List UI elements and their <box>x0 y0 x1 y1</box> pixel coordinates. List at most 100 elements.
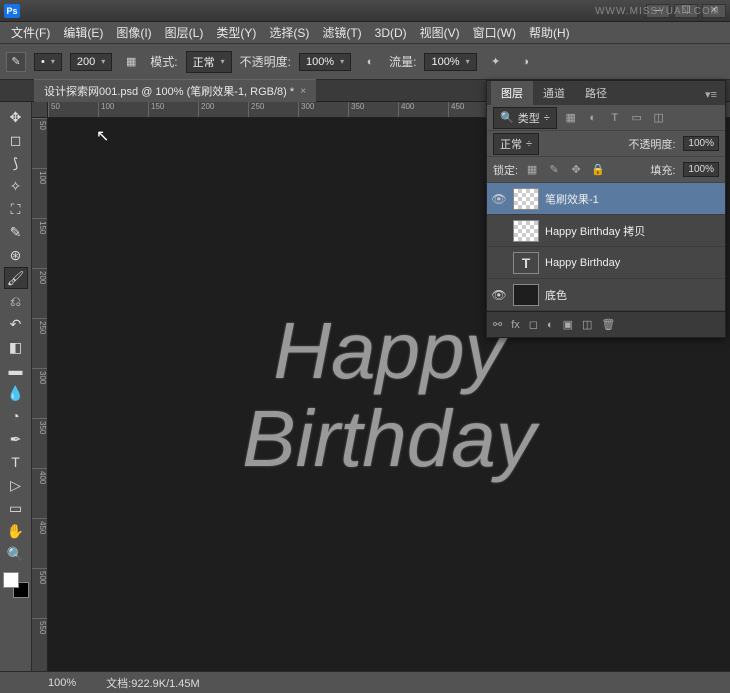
filter-adjust-icon[interactable]: ◐ <box>585 112 601 124</box>
close-tab-icon[interactable]: × <box>300 86 306 97</box>
filter-type-icon[interactable]: T <box>607 112 623 124</box>
fill-value[interactable]: 100% <box>683 162 719 177</box>
history-brush-tool[interactable]: ↶ <box>4 313 28 335</box>
ruler-tick: 250 <box>248 102 298 117</box>
ruler-tick: 400 <box>398 102 448 117</box>
layer-name[interactable]: Happy Birthday <box>545 257 620 269</box>
lock-pixels-icon[interactable]: ✎ <box>546 163 562 176</box>
hand-tool[interactable]: ✋ <box>4 520 28 542</box>
pressure-opacity-icon[interactable]: ◐ <box>359 51 381 73</box>
brush-tool[interactable]: 🖌 <box>4 267 28 289</box>
options-bar: ✎ • ▾ 200▾ ▦ 模式: 正常▾ 不透明度: 100%▾ ◐ 流量: 1… <box>0 44 730 80</box>
dodge-tool[interactable]: ◔ <box>4 405 28 427</box>
menu-filter[interactable]: 滤镜(T) <box>317 22 366 43</box>
vertical-ruler[interactable]: 50100150200250300350400450500550 <box>32 118 48 671</box>
cursor-icon: ↖ <box>96 126 109 146</box>
layer-row[interactable]: 👁 底色 <box>487 279 725 311</box>
layer-blend-mode[interactable]: 正常 ÷ <box>493 133 539 155</box>
layer-row[interactable]: T Happy Birthday <box>487 247 725 279</box>
filter-shape-icon[interactable]: ▭ <box>629 111 645 124</box>
menu-image[interactable]: 图像(I) <box>111 22 156 43</box>
lasso-tool[interactable]: ⟆ <box>4 152 28 174</box>
layer-row[interactable]: 👁 笔刷效果-1 <box>487 183 725 215</box>
menu-file[interactable]: 文件(F) <box>6 22 55 43</box>
adjustment-layer-icon[interactable]: ◐ <box>547 319 554 331</box>
menu-help[interactable]: 帮助(H) <box>524 22 575 43</box>
blend-mode-select[interactable]: 正常▾ <box>186 51 232 73</box>
lock-all-icon[interactable]: 🔒 <box>590 163 606 176</box>
brush-preset-picker[interactable]: • ▾ <box>34 53 62 71</box>
blur-tool[interactable]: 💧 <box>4 382 28 404</box>
visibility-icon[interactable]: 👁 <box>491 288 507 302</box>
move-tool[interactable]: ✥ <box>4 106 28 128</box>
lock-transparent-icon[interactable]: ▦ <box>524 163 540 176</box>
tool-preset-icon[interactable]: ✎ <box>6 52 26 72</box>
tab-channels[interactable]: 通道 <box>533 81 575 105</box>
layer-thumbnail[interactable] <box>513 220 539 242</box>
color-swatches[interactable] <box>3 572 29 598</box>
eyedropper-tool[interactable]: ✎ <box>4 221 28 243</box>
layer-filter-select[interactable]: 🔍 类型 ÷ <box>493 107 557 129</box>
airbrush-icon[interactable]: ✦ <box>485 51 507 73</box>
ruler-tick: 350 <box>348 102 398 117</box>
zoom-level[interactable]: 100% <box>8 677 76 689</box>
eraser-tool[interactable]: ◧ <box>4 336 28 358</box>
menu-window[interactable]: 窗口(W) <box>468 22 521 43</box>
menu-3d[interactable]: 3D(D) <box>370 24 412 42</box>
document-tab[interactable]: 设计探索网001.psd @ 100% (笔刷效果-1, RGB/8) * × <box>34 79 316 102</box>
menu-select[interactable]: 选择(S) <box>264 22 314 43</box>
brush-panel-icon[interactable]: ▦ <box>120 51 142 73</box>
doc-info[interactable]: 文档:922.9K/1.45M <box>106 675 200 691</box>
zoom-tool[interactable]: 🔍 <box>4 543 28 565</box>
layer-thumbnail[interactable]: T <box>513 252 539 274</box>
menu-type[interactable]: 类型(Y) <box>211 22 261 43</box>
ruler-tick: 350 <box>32 418 47 468</box>
visibility-icon[interactable]: 👁 <box>491 192 507 206</box>
ruler-tick: 150 <box>32 218 47 268</box>
flow-label: 流量: <box>389 53 416 70</box>
tab-paths[interactable]: 路径 <box>575 81 617 105</box>
clone-stamp-tool[interactable]: ⎌ <box>4 290 28 312</box>
menu-edit[interactable]: 编辑(E) <box>58 22 108 43</box>
healing-brush-tool[interactable]: ⊛ <box>4 244 28 266</box>
layer-thumbnail[interactable] <box>513 188 539 210</box>
layer-name[interactable]: 笔刷效果-1 <box>545 191 599 207</box>
rectangle-tool[interactable]: ▭ <box>4 497 28 519</box>
crop-tool[interactable]: ⛶ <box>4 198 28 220</box>
link-layers-icon[interactable]: ⚯ <box>493 318 502 331</box>
lock-position-icon[interactable]: ✥ <box>568 163 584 176</box>
layer-fx-icon[interactable]: fx <box>511 319 520 331</box>
watermark-text: WWW.MISSYUAN.COM <box>595 6 720 17</box>
ruler-tick: 550 <box>32 618 47 668</box>
pen-tool[interactable]: ✒ <box>4 428 28 450</box>
layer-opacity-value[interactable]: 100% <box>683 136 719 151</box>
opacity-field[interactable]: 100%▾ <box>299 53 351 71</box>
chevron-down-icon: ▾ <box>466 57 470 66</box>
layer-name[interactable]: Happy Birthday 拷贝 <box>545 223 645 239</box>
panel-menu-icon[interactable]: ▾≡ <box>697 84 725 105</box>
gradient-tool[interactable]: ▬ <box>4 359 28 381</box>
filter-smart-icon[interactable]: ◫ <box>651 111 667 124</box>
delete-layer-icon[interactable]: 🗑 <box>601 318 615 331</box>
magic-wand-tool[interactable]: ✧ <box>4 175 28 197</box>
foreground-swatch[interactable] <box>3 572 19 588</box>
layer-name[interactable]: 底色 <box>545 287 567 303</box>
layer-group-icon[interactable]: ▣ <box>563 318 573 331</box>
layer-thumbnail[interactable] <box>513 284 539 306</box>
brush-size-field[interactable]: 200▾ <box>70 53 112 71</box>
tab-layers[interactable]: 图层 <box>491 81 533 105</box>
pressure-size-icon[interactable]: ◑ <box>515 51 537 73</box>
marquee-tool[interactable]: ◻ <box>4 129 28 151</box>
layer-row[interactable]: Happy Birthday 拷贝 <box>487 215 725 247</box>
new-layer-icon[interactable]: ◫ <box>582 318 592 331</box>
flow-field[interactable]: 100%▾ <box>424 53 476 71</box>
filter-pixel-icon[interactable]: ▦ <box>563 111 579 124</box>
ruler-tick: 200 <box>198 102 248 117</box>
menu-view[interactable]: 视图(V) <box>415 22 465 43</box>
layer-mask-icon[interactable]: ◻ <box>529 318 538 331</box>
path-selection-tool[interactable]: ▷ <box>4 474 28 496</box>
chevron-down-icon: ▾ <box>101 57 105 66</box>
type-tool[interactable]: T <box>4 451 28 473</box>
ruler-tick: 300 <box>32 368 47 418</box>
menu-layer[interactable]: 图层(L) <box>160 22 209 43</box>
